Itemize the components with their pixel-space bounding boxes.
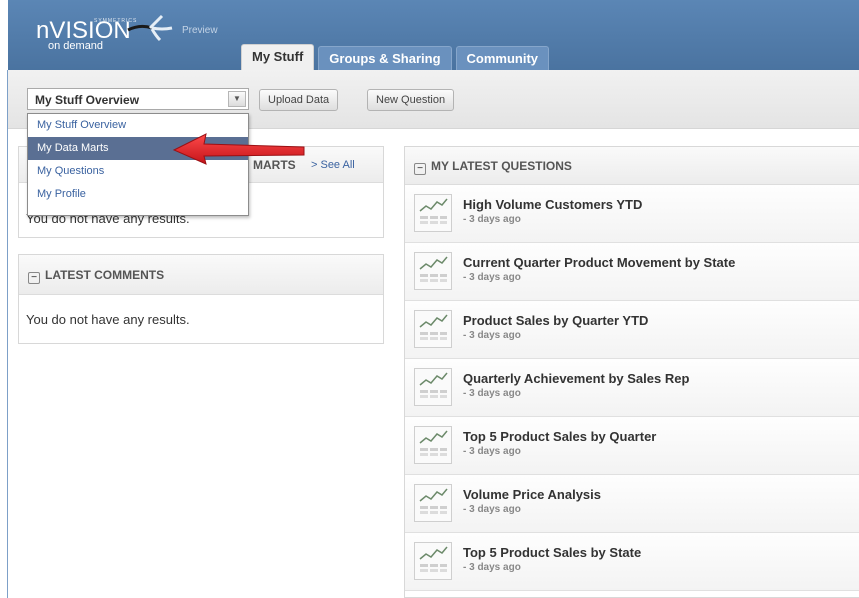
line-chart-icon[interactable] <box>414 194 452 232</box>
latest-comments-panel: − LATEST COMMENTS You do not have any res… <box>18 254 384 344</box>
question-title[interactable]: Top 5 Product Sales by Quarter <box>463 429 656 444</box>
question-title[interactable]: Top 5 Product Sales by State <box>463 545 641 560</box>
line-chart-icon[interactable] <box>414 310 452 348</box>
question-timestamp: - 3 days ago <box>463 214 521 225</box>
question-row[interactable]: Volume Price Analysis - 3 days ago <box>405 475 859 533</box>
upload-data-button[interactable]: Upload Data <box>259 89 339 111</box>
tab-my-stuff[interactable]: My Stuff <box>241 44 315 70</box>
latest-questions-header: − MY LATEST QUESTIONS <box>405 147 859 185</box>
question-timestamp: - 3 days ago <box>463 272 521 283</box>
latest-comments-empty: You do not have any results. <box>26 312 190 327</box>
question-row[interactable]: Product Sales by Quarter YTD - 3 days ago <box>405 301 859 359</box>
preview-label: Preview <box>182 25 218 36</box>
question-row[interactable]: Current Quarter Product Movement by Stat… <box>405 243 859 301</box>
latest-questions-title: MY LATEST QUESTIONS <box>431 159 572 173</box>
line-chart-icon[interactable] <box>414 252 452 290</box>
collapse-icon[interactable]: − <box>414 163 426 175</box>
latest-comments-header: − LATEST COMMENTS <box>19 255 383 295</box>
question-row[interactable]: Top 5 Product Sales by Quarter - 3 days a… <box>405 417 859 475</box>
view-select[interactable]: My Stuff Overview ▼ <box>27 88 249 110</box>
menu-item-my-profile[interactable]: My Profile <box>28 183 248 206</box>
tab-community[interactable]: Community <box>455 46 550 70</box>
question-title[interactable]: Product Sales by Quarter YTD <box>463 313 648 328</box>
question-timestamp: - 3 days ago <box>463 388 521 399</box>
latest-comments-title: LATEST COMMENTS <box>45 268 165 282</box>
latest-questions-panel: − MY LATEST QUESTIONS High Volume Custome… <box>404 146 859 598</box>
line-chart-icon[interactable] <box>414 368 452 406</box>
logo[interactable]: SYMMETRICS nVISION on demand <box>36 18 136 52</box>
question-timestamp: - 3 days ago <box>463 562 521 573</box>
new-question-button[interactable]: New Question <box>367 89 455 111</box>
question-timestamp: - 3 days ago <box>463 504 521 515</box>
line-chart-icon[interactable] <box>414 426 452 464</box>
question-title[interactable]: Current Quarter Product Movement by Stat… <box>463 255 735 270</box>
chevron-down-icon[interactable]: ▼ <box>228 91 246 107</box>
main-tabs: My Stuff Groups & Sharing Community <box>241 44 550 70</box>
view-select-value: My Stuff Overview <box>35 93 140 107</box>
tab-groups-sharing[interactable]: Groups & Sharing <box>318 46 452 70</box>
question-title[interactable]: Quarterly Achievement by Sales Rep <box>463 371 689 386</box>
left-border <box>7 70 8 598</box>
see-all-link[interactable]: > See All <box>311 147 355 183</box>
question-row[interactable]: Quarterly Achievement by Sales Rep - 3 da… <box>405 359 859 417</box>
logo-mark-icon <box>127 14 173 42</box>
line-chart-icon[interactable] <box>414 484 452 522</box>
annotation-arrow-icon <box>172 133 305 165</box>
collapse-icon[interactable]: − <box>28 272 40 284</box>
question-timestamp: - 3 days ago <box>463 330 521 341</box>
line-chart-icon[interactable] <box>414 542 452 580</box>
question-title[interactable]: Volume Price Analysis <box>463 487 601 502</box>
app-header: SYMMETRICS nVISION on demand Preview My … <box>8 0 859 70</box>
question-timestamp: - 3 days ago <box>463 446 521 457</box>
question-row[interactable]: High Volume Customers YTD - 3 days ago <box>405 185 859 243</box>
question-title[interactable]: High Volume Customers YTD <box>463 197 642 212</box>
question-row[interactable]: Top 5 Product Sales by State - 3 days ago <box>405 533 859 591</box>
